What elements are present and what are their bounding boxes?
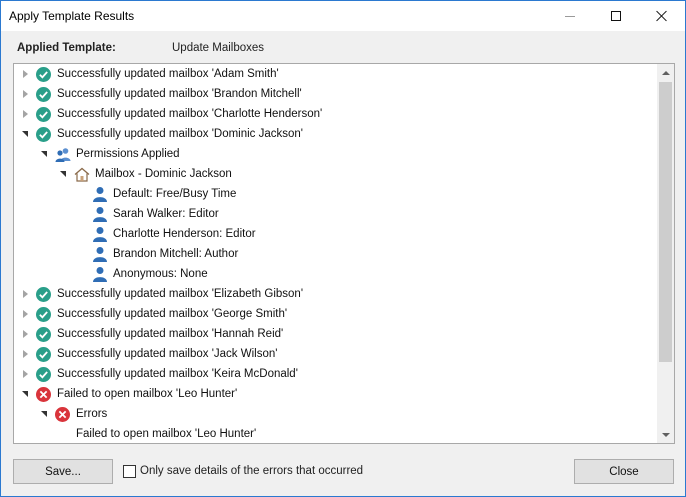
tree-item-mailbox-dominic-jackson[interactable]: Mailbox - Dominic Jackson	[58, 164, 232, 184]
close-button[interactable]: Close	[574, 459, 674, 484]
tree-item-permissions-applied[interactable]: Permissions Applied	[39, 144, 180, 164]
scroll-down-button[interactable]	[657, 426, 674, 443]
window-close-button[interactable]	[639, 1, 685, 31]
tree-item-label: Failed to open mailbox 'Leo Hunter'	[57, 388, 238, 400]
tree-item-errors[interactable]: Errors	[39, 404, 107, 424]
tree-item-label: Errors	[76, 408, 108, 420]
tree-item-label: Failed to open mailbox 'Leo Hunter'	[76, 428, 257, 440]
check-circle-icon	[36, 286, 51, 302]
collapse-arrow-icon[interactable]	[39, 149, 49, 159]
user-icon	[93, 267, 107, 282]
expand-arrow-icon[interactable]	[20, 69, 30, 79]
tree-item-dominic-jackson[interactable]: Successfully updated mailbox 'Dominic Ja…	[20, 124, 303, 144]
collapse-arrow-icon[interactable]	[39, 409, 49, 419]
tree-item-label: Permissions Applied	[76, 148, 180, 160]
vertical-scrollbar[interactable]	[657, 64, 674, 443]
check-circle-icon	[36, 86, 51, 102]
tree-item-jack-wilson[interactable]: Successfully updated mailbox 'Jack Wilso…	[20, 344, 277, 364]
tree-item-elizabeth-gibson[interactable]: Successfully updated mailbox 'Elizabeth …	[20, 284, 303, 304]
expand-arrow-icon[interactable]	[20, 89, 30, 99]
tree-item-permission-anonymous[interactable]: Anonymous: None	[92, 264, 208, 284]
check-circle-icon	[36, 106, 51, 122]
tree-item-permission-default[interactable]: Default: Free/Busy Time	[92, 184, 236, 204]
user-icon	[93, 187, 107, 202]
maximize-icon	[611, 11, 621, 21]
save-button[interactable]: Save...	[13, 459, 113, 484]
tree-item-adam-smith[interactable]: Successfully updated mailbox 'Adam Smith…	[20, 64, 279, 84]
tree-item-brandon-mitchell[interactable]: Successfully updated mailbox 'Brandon Mi…	[20, 84, 302, 104]
tree-item-label: Mailbox - Dominic Jackson	[95, 168, 232, 180]
collapse-arrow-icon[interactable]	[58, 169, 68, 179]
collapse-arrow-icon[interactable]	[20, 389, 30, 399]
errors-only-checkbox-label[interactable]: Only save details of the errors that occ…	[140, 465, 363, 477]
tree-item-label: Anonymous: None	[113, 268, 208, 280]
tree-item-permission-brandon-mitchell[interactable]: Brandon Mitchell: Author	[92, 244, 238, 264]
check-circle-icon	[36, 326, 51, 342]
tree-item-label: Successfully updated mailbox 'Elizabeth …	[57, 288, 304, 300]
users-icon	[55, 147, 71, 162]
minimize-button[interactable]	[547, 1, 593, 31]
user-icon	[93, 227, 107, 242]
home-icon	[74, 167, 90, 182]
scroll-thumb[interactable]	[659, 82, 672, 362]
user-icon	[93, 207, 107, 222]
tree-item-label: Successfully updated mailbox 'Adam Smith…	[57, 68, 279, 80]
error-circle-icon	[36, 386, 51, 402]
tree-item-label: Brandon Mitchell: Author	[113, 248, 239, 260]
tree-item-label: Successfully updated mailbox 'Hannah Rei…	[57, 328, 284, 340]
errors-only-checkbox[interactable]	[123, 465, 136, 478]
user-icon	[93, 247, 107, 262]
minimize-icon	[565, 15, 575, 17]
check-circle-icon	[36, 346, 51, 362]
close-icon	[656, 10, 668, 22]
tree-item-label: Successfully updated mailbox 'Jack Wilso…	[57, 348, 278, 360]
tree-item-label: Successfully updated mailbox 'Keira McDo…	[57, 368, 298, 380]
tree-item-permission-charlotte-henderson[interactable]: Charlotte Henderson: Editor	[92, 224, 256, 244]
applied-template-value: Update Mailboxes	[172, 42, 265, 54]
expand-arrow-icon[interactable]	[20, 309, 30, 319]
collapse-arrow-icon[interactable]	[20, 129, 30, 139]
tree-item-george-smith[interactable]: Successfully updated mailbox 'George Smi…	[20, 304, 287, 324]
applied-template-label: Applied Template:	[17, 42, 116, 54]
tree-item-label: Successfully updated mailbox 'Brandon Mi…	[57, 88, 302, 100]
tree-item-error-detail[interactable]: Failed to open mailbox 'Leo Hunter'	[76, 424, 257, 443]
title-bar[interactable]: Apply Template Results	[1, 1, 685, 31]
tree-item-leo-hunter-failed[interactable]: Failed to open mailbox 'Leo Hunter'	[20, 384, 237, 404]
check-circle-icon	[36, 126, 51, 142]
tree-item-hannah-reid[interactable]: Successfully updated mailbox 'Hannah Rei…	[20, 324, 283, 344]
tree-item-charlotte-henderson[interactable]: Successfully updated mailbox 'Charlotte …	[20, 104, 322, 124]
maximize-button[interactable]	[593, 1, 639, 31]
arrow-up-icon	[661, 70, 670, 75]
expand-arrow-icon[interactable]	[20, 289, 30, 299]
window-title: Apply Template Results	[9, 9, 135, 23]
results-tree[interactable]: Successfully updated mailbox 'Adam Smith…	[13, 63, 675, 444]
error-circle-icon	[55, 406, 70, 422]
tree-item-label: Default: Free/Busy Time	[113, 188, 237, 200]
tree-item-permission-sarah-walker[interactable]: Sarah Walker: Editor	[92, 204, 219, 224]
tree-item-label: Successfully updated mailbox 'George Smi…	[57, 308, 288, 320]
check-circle-icon	[36, 66, 51, 82]
tree-item-label: Sarah Walker: Editor	[113, 208, 219, 220]
tree-item-label: Successfully updated mailbox 'Dominic Ja…	[57, 128, 304, 140]
tree-item-label: Successfully updated mailbox 'Charlotte …	[57, 108, 323, 120]
tree-item-keira-mcdonald[interactable]: Successfully updated mailbox 'Keira McDo…	[20, 364, 298, 384]
arrow-down-icon	[661, 432, 670, 437]
tree-item-label: Charlotte Henderson: Editor	[113, 228, 256, 240]
expand-arrow-icon[interactable]	[20, 369, 30, 379]
expand-arrow-icon[interactable]	[20, 349, 30, 359]
check-circle-icon	[36, 306, 51, 322]
expand-arrow-icon[interactable]	[20, 329, 30, 339]
check-circle-icon	[36, 366, 51, 382]
apply-template-results-dialog: Apply Template Results Applied Template:…	[0, 0, 686, 497]
scroll-up-button[interactable]	[657, 64, 674, 81]
expand-arrow-icon[interactable]	[20, 109, 30, 119]
